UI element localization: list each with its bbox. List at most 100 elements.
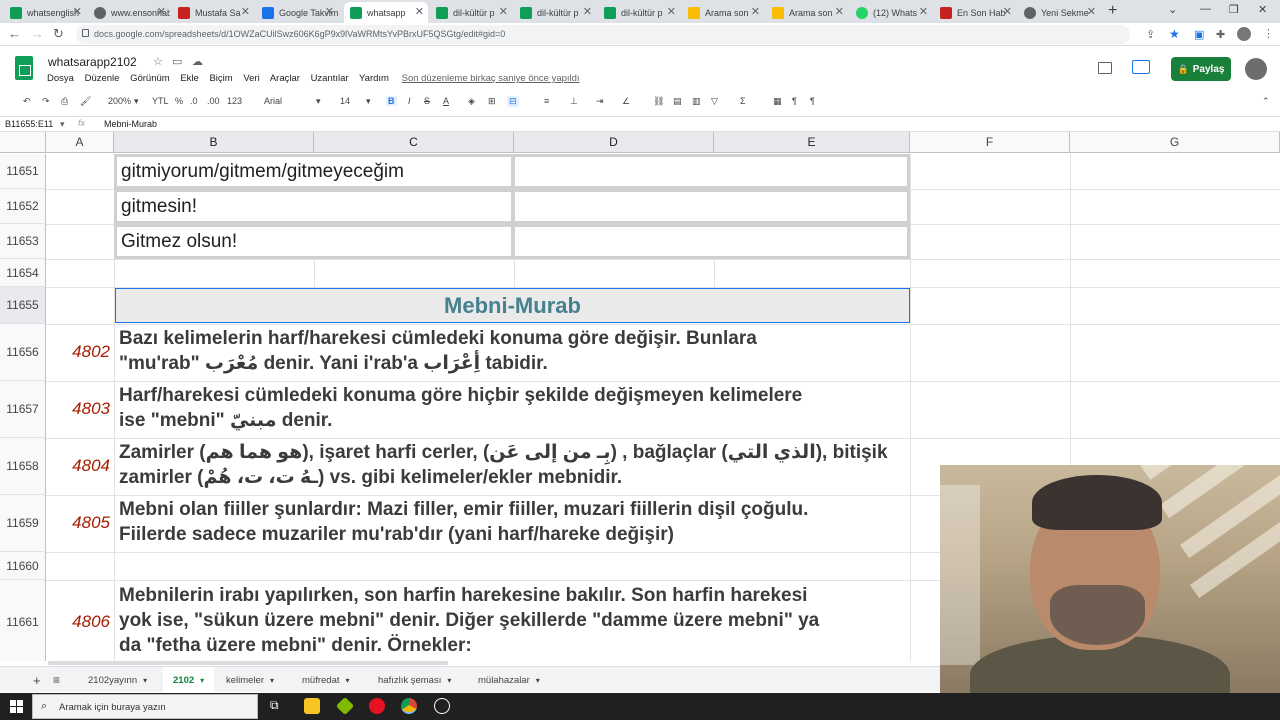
- print-icon[interactable]: ⎙: [61, 96, 68, 107]
- browser-tab[interactable]: Google Takvim ✕: [256, 2, 338, 23]
- menu-extensions[interactable]: Uzantılar: [311, 73, 349, 84]
- close-tab-icon[interactable]: ✕: [499, 5, 508, 18]
- ltr-icon[interactable]: ¶: [810, 96, 815, 106]
- text-wrap-icon[interactable]: ⇥: [596, 96, 604, 107]
- increase-decimal-button[interactable]: .00: [207, 96, 220, 106]
- cell-box-d[interactable]: [512, 224, 910, 259]
- row-header[interactable]: 11661: [0, 580, 46, 661]
- browser-tab[interactable]: dil-kültür p ✕: [514, 2, 596, 23]
- menu-edit[interactable]: Düzenle: [85, 73, 120, 84]
- merged-title-cell[interactable]: Mebni-Murab: [115, 288, 910, 323]
- row-header[interactable]: 11651: [0, 154, 46, 189]
- fill-color-icon[interactable]: ◈: [468, 96, 475, 107]
- column-header-b[interactable]: B: [114, 132, 314, 153]
- maximize-icon[interactable]: ❐: [1229, 3, 1239, 16]
- text-color-button[interactable]: A: [443, 96, 449, 106]
- cell-box-d[interactable]: [512, 189, 910, 224]
- more-formats-select[interactable]: 123: [227, 96, 242, 106]
- sheet-tab[interactable]: 2102yayınn ▾: [80, 667, 155, 693]
- close-tab-icon[interactable]: ✕: [583, 5, 592, 18]
- extensions-icon[interactable]: ✚: [1216, 28, 1225, 41]
- close-tab-icon[interactable]: ✕: [73, 5, 82, 18]
- minimize-icon[interactable]: —: [1200, 3, 1211, 15]
- sheet-tab[interactable]: müfredat ▾: [294, 667, 358, 693]
- column-header-f[interactable]: F: [910, 132, 1070, 153]
- document-title[interactable]: whatsarapp2102: [48, 55, 137, 69]
- forward-icon[interactable]: →: [31, 26, 44, 41]
- text-rotation-icon[interactable]: ∠: [622, 96, 630, 107]
- insert-link-icon[interactable]: ⛓: [653, 96, 664, 107]
- browser-tab[interactable]: En Son Hab ✕: [934, 2, 1016, 23]
- browser-tab[interactable]: Arama son ✕: [682, 2, 764, 23]
- column-header-g[interactable]: G: [1070, 132, 1280, 153]
- formula-input[interactable]: Mebni-Murab: [104, 119, 157, 129]
- close-tab-icon[interactable]: ✕: [241, 5, 250, 18]
- sheet-tab[interactable]: kelimeler ▾: [218, 667, 282, 693]
- collapse-toolbar-icon[interactable]: ⌃: [1262, 96, 1270, 107]
- row-header[interactable]: 11657: [0, 381, 46, 438]
- undo-icon[interactable]: ↶: [23, 96, 31, 107]
- horizontal-align-icon[interactable]: ≡: [544, 96, 549, 106]
- close-tab-icon[interactable]: ✕: [919, 5, 928, 18]
- all-sheets-icon[interactable]: ≡: [53, 667, 60, 693]
- close-tab-icon[interactable]: ✕: [667, 5, 676, 18]
- close-tab-icon[interactable]: ✕: [1003, 5, 1012, 18]
- share-button[interactable]: 🔒 Paylaş: [1171, 57, 1231, 81]
- horizontal-scrollbar[interactable]: [48, 661, 448, 665]
- input-tools-icon[interactable]: ▦: [773, 96, 782, 107]
- browser-tab[interactable]: whatsenglish ✕: [4, 2, 86, 23]
- browser-tab[interactable]: Yeni Sekme ✕: [1018, 2, 1100, 23]
- redo-icon[interactable]: ↷: [42, 96, 50, 107]
- vertical-align-icon[interactable]: ⊥: [570, 96, 578, 107]
- insert-chart-icon[interactable]: ▥: [692, 96, 701, 107]
- borders-icon[interactable]: ⊞: [488, 96, 496, 107]
- row-header[interactable]: 11659: [0, 495, 46, 552]
- clock-app-icon[interactable]: [434, 698, 450, 714]
- column-header-a[interactable]: A: [46, 132, 114, 153]
- menu-insert[interactable]: Ekle: [180, 73, 198, 84]
- sheets-logo-icon[interactable]: [15, 56, 33, 80]
- star-icon[interactable]: ☆: [153, 55, 163, 68]
- task-view-icon[interactable]: ⧉: [270, 698, 286, 714]
- bold-button[interactable]: B: [386, 96, 397, 106]
- decrease-decimal-button[interactable]: .0: [190, 96, 198, 106]
- account-avatar[interactable]: [1245, 58, 1267, 80]
- zoom-select[interactable]: 200%: [108, 96, 131, 106]
- row-header[interactable]: 11658: [0, 438, 46, 495]
- row-header[interactable]: 11655: [0, 287, 46, 324]
- font-select[interactable]: Arial: [264, 96, 282, 106]
- new-tab-icon[interactable]: +: [1108, 2, 1117, 20]
- menu-help[interactable]: Yardım: [359, 73, 389, 84]
- browser-tab[interactable]: dil-kültür p ✕: [598, 2, 680, 23]
- column-header-d[interactable]: D: [514, 132, 714, 153]
- close-tab-icon[interactable]: ✕: [157, 5, 166, 18]
- app-icon[interactable]: [335, 696, 355, 716]
- row-header[interactable]: 11660: [0, 552, 46, 580]
- translate-extension-icon[interactable]: ▣: [1194, 28, 1204, 41]
- close-window-icon[interactable]: ✕: [1258, 3, 1267, 16]
- close-tab-icon[interactable]: ✕: [751, 5, 760, 18]
- currency-format-button[interactable]: YTL: [152, 96, 169, 106]
- browser-tab[interactable]: (12) Whats ✕: [850, 2, 932, 23]
- app-icon[interactable]: [369, 698, 385, 714]
- rtl-icon[interactable]: ¶: [792, 96, 797, 106]
- row-header[interactable]: 11656: [0, 324, 46, 381]
- browser-tab[interactable]: www.ensonhaber✕: [88, 2, 170, 23]
- menu-view[interactable]: Görünüm: [130, 73, 170, 84]
- row-header[interactable]: 11654: [0, 259, 46, 287]
- paint-format-icon[interactable]: 🖌: [80, 96, 91, 107]
- percent-format-button[interactable]: %: [175, 96, 183, 106]
- menu-tools[interactable]: Araçlar: [270, 73, 300, 84]
- column-header-e[interactable]: E: [714, 132, 910, 153]
- browser-tab-active[interactable]: whatsapp ✕: [344, 2, 428, 23]
- windows-start-icon[interactable]: [10, 700, 23, 713]
- row-header[interactable]: 11652: [0, 189, 46, 224]
- last-edit-link[interactable]: Son düzenleme birkaç saniye önce yapıldı: [402, 73, 580, 84]
- italic-button[interactable]: I: [408, 96, 411, 106]
- profile-avatar-icon[interactable]: [1237, 27, 1251, 41]
- functions-icon[interactable]: Σ: [740, 96, 746, 106]
- close-tab-icon[interactable]: ✕: [415, 5, 424, 18]
- back-icon[interactable]: ←: [8, 26, 21, 41]
- browser-tab[interactable]: Mustafa Sa ✕: [172, 2, 254, 23]
- present-icon[interactable]: [1132, 60, 1150, 74]
